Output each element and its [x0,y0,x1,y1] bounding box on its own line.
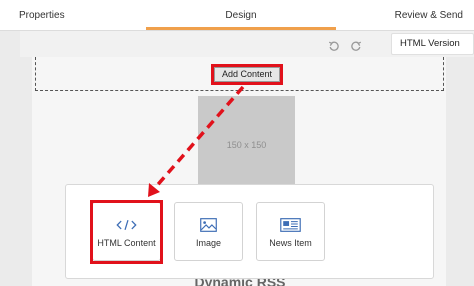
html-version-button[interactable]: HTML Version [391,33,474,55]
image-tile[interactable]: Image [174,202,243,261]
tab-design[interactable]: Design [146,0,336,30]
tab-review-send[interactable]: Review & Send [395,0,463,30]
image-label: Image [195,238,221,248]
undo-icon[interactable] [328,40,340,52]
html-content-highlight [90,200,163,264]
news-item-label: News Item [269,238,312,248]
tab-properties[interactable]: Properties [19,0,65,30]
image-icon [200,218,217,232]
news-item-tile[interactable]: News Item [256,202,325,261]
news-icon [280,218,301,232]
add-content-button[interactable]: Add Content [214,67,280,82]
tab-bar: Properties Design Review & Send [0,0,474,30]
redo-icon[interactable] [350,40,362,52]
image-placeholder-label: 150 x 150 [226,140,267,150]
